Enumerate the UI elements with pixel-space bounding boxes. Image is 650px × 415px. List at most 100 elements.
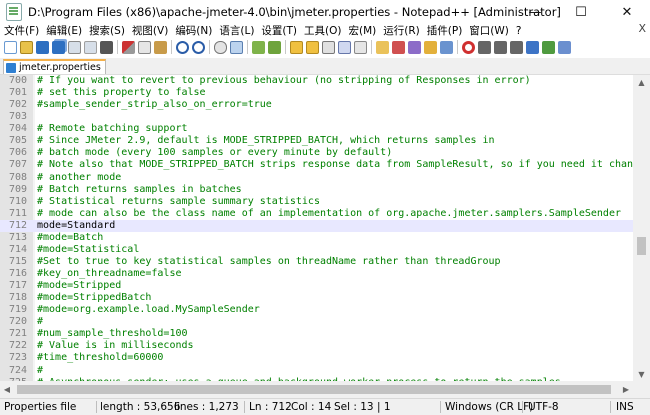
window-title: D:\Program Files (x86)\apache-jmeter-4.0…	[28, 5, 561, 19]
close-button[interactable]: ✕	[604, 0, 650, 24]
code-line[interactable]: 715 #Set to true to key statistical sampl…	[0, 256, 634, 268]
menu-macro[interactable]: 宏(M)	[345, 23, 380, 38]
code-line[interactable]: 724 #	[0, 365, 634, 377]
indent-guide-icon[interactable]	[354, 40, 367, 54]
status-insert-mode[interactable]: INS	[616, 399, 634, 415]
code-line[interactable]: 702 #sample_sender_strip_also_on_error=tr…	[0, 99, 634, 111]
close-file-icon[interactable]	[68, 40, 81, 54]
copy-icon[interactable]	[138, 40, 151, 54]
scroll-up-arrow-icon[interactable]: ▲	[633, 75, 650, 89]
save-all-icon[interactable]	[52, 40, 65, 54]
horizontal-scroll-thumb[interactable]	[17, 385, 611, 394]
menu-edit[interactable]: 编辑(E)	[42, 23, 85, 38]
close-all-icon[interactable]	[84, 40, 97, 54]
code-line[interactable]: 708 # another mode	[0, 172, 634, 184]
menu-help[interactable]: ?	[512, 25, 525, 37]
code-line[interactable]: 719 #mode=org.example.load.MySampleSender	[0, 304, 634, 316]
sync-horizontal-icon[interactable]	[306, 40, 319, 54]
code-line[interactable]: 703	[0, 111, 634, 123]
menu-view[interactable]: 视图(V)	[128, 23, 171, 38]
zoom-out-icon[interactable]	[268, 40, 281, 54]
open-file-icon[interactable]	[20, 40, 33, 54]
user-language-icon[interactable]	[376, 40, 389, 54]
record-macro-icon[interactable]	[462, 40, 475, 54]
new-file-icon[interactable]	[4, 40, 17, 54]
horizontal-scrollbar[interactable]: ◀ ▶	[0, 381, 633, 398]
status-divider	[610, 401, 611, 413]
menu-search[interactable]: 搜索(S)	[85, 23, 128, 38]
code-line[interactable]: 705 # Since JMeter 2.9, default is MODE_S…	[0, 135, 634, 147]
code-line[interactable]: 704 # Remote batching support	[0, 123, 634, 135]
find-icon[interactable]	[214, 40, 227, 54]
vertical-scroll-thumb[interactable]	[637, 237, 646, 255]
undo-icon[interactable]	[176, 40, 189, 54]
menu-plugins[interactable]: 插件(P)	[423, 23, 466, 38]
menu-settings[interactable]: 设置(T)	[257, 23, 300, 38]
scroll-right-arrow-icon[interactable]: ▶	[619, 381, 633, 398]
code-line[interactable]: 714 #mode=Statistical	[0, 244, 634, 256]
code-view[interactable]: 700 # If you want to revert to previous b…	[0, 75, 634, 381]
monitoring-icon[interactable]	[440, 40, 453, 54]
comment-text: #mode=Statistical	[37, 243, 140, 255]
notepadpp-app-icon[interactable]	[6, 3, 22, 21]
stop-recording-icon[interactable]	[478, 40, 491, 54]
minimize-button[interactable]: —	[512, 0, 558, 24]
code-line[interactable]: 710 # Statistical returns sample summary …	[0, 196, 634, 208]
menu-window[interactable]: 窗口(W)	[465, 23, 512, 38]
code-line[interactable]: 722 # Value is in milliseconds	[0, 340, 634, 352]
doc-map-icon[interactable]	[392, 40, 405, 54]
window-controls: — ☐ ✕	[512, 0, 650, 24]
code-line[interactable]: 721 #num_sample_threshold=100	[0, 328, 634, 340]
print-icon[interactable]	[100, 40, 113, 54]
run-macro-multiple-icon[interactable]	[510, 40, 523, 54]
save-icon[interactable]	[36, 40, 49, 54]
menu-language[interactable]: 语言(L)	[215, 23, 257, 38]
code-line[interactable]: 718 #mode=StrippedBatch	[0, 292, 634, 304]
scroll-left-arrow-icon[interactable]: ◀	[0, 381, 14, 398]
abc-icon[interactable]	[558, 40, 571, 54]
code-line[interactable]: 707 # Note also that MODE_STRIPPED_BATCH …	[0, 159, 634, 171]
close-document-x-button[interactable]: X	[638, 22, 646, 35]
line-number: 709	[8, 183, 27, 195]
code-line[interactable]: 700 # If you want to revert to previous b…	[0, 75, 634, 87]
zoom-in-icon[interactable]	[252, 40, 265, 54]
function-list-icon[interactable]	[408, 40, 421, 54]
line-number: 724	[8, 364, 27, 376]
cut-icon[interactable]	[122, 40, 135, 54]
comment-text: # batch mode (every 100 samples or every…	[37, 147, 393, 159]
code-line[interactable]: 706 # batch mode (every 100 samples or ev…	[0, 147, 634, 159]
redo-icon[interactable]	[192, 40, 205, 54]
playback-macro-icon[interactable]	[494, 40, 507, 54]
scroll-down-arrow-icon[interactable]: ▼	[633, 367, 650, 381]
menu-file[interactable]: 文件(F)	[0, 23, 42, 38]
folder-workspace-icon[interactable]	[424, 40, 437, 54]
code-line[interactable]: 717 #mode=Stripped	[0, 280, 634, 292]
vertical-scrollbar[interactable]: ▲ ▼	[633, 75, 650, 381]
status-bar: Properties file length : 53,656 lines : …	[0, 398, 650, 415]
save-macro-icon[interactable]	[526, 40, 539, 54]
code-line[interactable]: 716 #key_on_threadname=false	[0, 268, 634, 280]
menu-run[interactable]: 运行(R)	[379, 23, 423, 38]
status-eol-format[interactable]: Windows (CR LF)	[445, 399, 533, 415]
status-encoding[interactable]: UTF-8	[528, 399, 559, 415]
word-wrap-icon[interactable]	[322, 40, 335, 54]
code-line[interactable]: 720 #	[0, 316, 634, 328]
code-line[interactable]: 709 # Batch returns samples in batches	[0, 184, 634, 196]
menu-tools[interactable]: 工具(O)	[300, 23, 344, 38]
code-line[interactable]: 701 # set this property to false	[0, 87, 634, 99]
property-text: mode=Standard	[37, 219, 116, 231]
spell-check-icon[interactable]	[542, 40, 555, 54]
code-line[interactable]: 713 #mode=Batch	[0, 232, 634, 244]
code-line-active[interactable]: 712 mode=Standard	[0, 219, 634, 232]
comment-text: # Batch returns samples in batches	[37, 183, 242, 195]
code-line[interactable]: 723 #time_threshold=60000	[0, 352, 634, 364]
paste-icon[interactable]	[154, 40, 167, 54]
replace-icon[interactable]	[230, 40, 243, 54]
sync-vertical-icon[interactable]	[290, 40, 303, 54]
maximize-button[interactable]: ☐	[558, 0, 604, 24]
show-all-characters-icon[interactable]	[338, 40, 351, 54]
editor-area[interactable]: 700 # If you want to revert to previous b…	[0, 75, 650, 381]
menu-encoding[interactable]: 编码(N)	[171, 23, 215, 38]
tab-jmeter-properties[interactable]: jmeter.properties	[3, 59, 106, 74]
code-line[interactable]: 711 # mode can also be the class name of …	[0, 208, 634, 220]
